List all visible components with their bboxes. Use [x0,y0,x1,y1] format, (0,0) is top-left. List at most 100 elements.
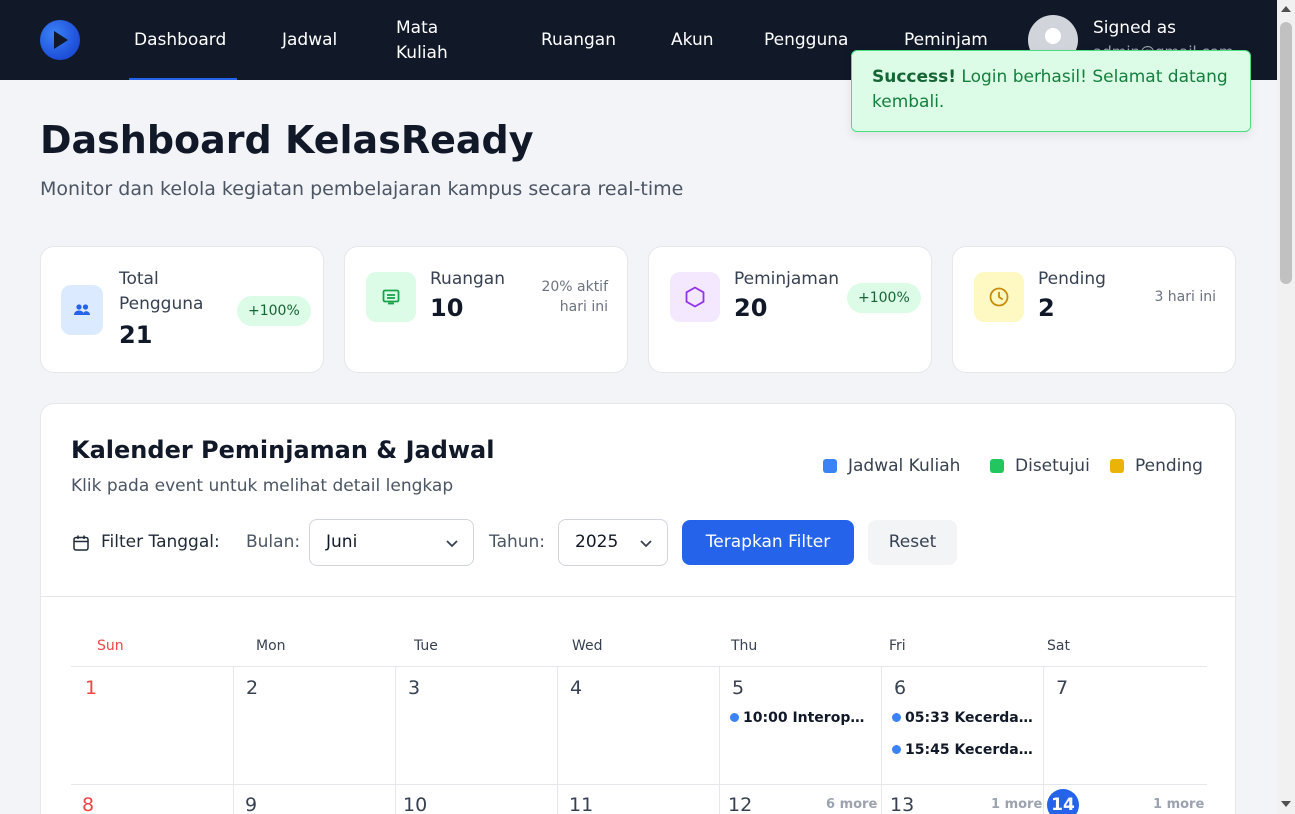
weekday-fri: Fri [889,638,906,654]
calendar-day[interactable]: 13 [890,794,914,814]
stat-card-pending: Pending 2 3 hari ini [952,246,1236,373]
grid-line [719,667,720,814]
nav-mata-kuliah[interactable]: Mata Kuliah [396,16,448,66]
event-dot [730,713,739,722]
grid-line [395,667,396,814]
stat-note: 20% aktif hari ini [541,279,608,315]
legend-label: Pending [1135,456,1203,476]
month-value: Juni [326,532,358,552]
apply-filter-button[interactable]: Terapkan Filter [682,520,854,565]
grid-line [71,784,1207,785]
grid-line [557,667,558,814]
chevron-down-icon [446,540,458,548]
nav-pengguna[interactable]: Pengguna [764,28,848,53]
event-dot [892,713,901,722]
calendar-event[interactable]: 05:33 Kecerdasan Buatan [892,710,1035,726]
toast-title: Success! [872,67,957,87]
page-subtitle: Monitor dan kelola kegiatan pembelajaran… [40,178,684,200]
stat-value: 2 [1038,294,1055,322]
stat-label: Pending [1038,269,1106,289]
cube-icon [670,272,720,322]
more-events-link[interactable]: 1 more [1153,797,1204,812]
calendar-title: Kalender Peminjaman & Jadwal [71,436,495,464]
stat-value: 20 [734,294,768,322]
scroll-up-arrow-icon[interactable] [1281,6,1291,12]
app-logo[interactable] [40,20,80,60]
calendar-day[interactable]: 1 [85,677,97,699]
stat-value: 10 [430,294,464,322]
calendar-event[interactable]: 10:00 Interoperabilitas [730,710,873,726]
weekday-sat: Sat [1047,638,1070,654]
legend-pending: Pending [1110,456,1203,476]
calendar-event[interactable]: 15:45 Kecerdasan Buatan [892,742,1035,758]
weekday-mon: Mon [256,638,286,654]
calendar-day[interactable]: 5 [732,677,744,699]
divider [41,596,1235,597]
stat-badge: +100% [237,296,311,326]
stat-note: 3 hari ini [1154,289,1216,305]
calendar-day[interactable]: 9 [245,794,257,814]
event-label: 15:45 Kecerdasan Buatan [905,742,1035,758]
nav-active-indicator [129,78,237,80]
more-events-link[interactable]: 6 more [826,797,877,812]
legend-jadwal-kuliah: Jadwal Kuliah [823,456,960,476]
event-label: 05:33 Kecerdasan Buatan [905,710,1035,726]
legend-label: Jadwal Kuliah [848,456,961,476]
legend-swatch [990,459,1004,473]
month-label: Bulan: [246,532,301,552]
chevron-down-icon [640,540,652,548]
nav-ruangan[interactable]: Ruangan [541,28,616,53]
clock-icon [974,272,1024,322]
calendar-panel: Kalender Peminjaman & Jadwal Klik pada e… [40,403,1236,814]
scroll-down-arrow-icon[interactable] [1281,801,1291,807]
nav-jadwal[interactable]: Jadwal [282,28,337,53]
calendar-day[interactable]: 11 [569,794,593,814]
stat-card-ruangan: Ruangan 10 20% aktif hari ini [344,246,628,373]
calendar-day[interactable]: 2 [246,677,258,699]
room-icon [366,272,416,322]
calendar-day[interactable]: 7 [1056,677,1068,699]
calendar-day[interactable]: 6 [894,677,906,699]
nav-akun[interactable]: Akun [671,28,714,53]
grid-line [1043,667,1044,814]
grid-line [233,667,234,814]
stat-label: Total Pengguna [119,269,204,314]
calendar-icon [73,535,89,551]
page-scrollbar[interactable] [1277,0,1295,814]
page-title: Dashboard KelasReady [40,118,534,162]
event-dot [892,745,901,754]
scroll-thumb[interactable] [1280,22,1292,284]
year-select[interactable]: 2025 [558,519,668,566]
more-events-link[interactable]: 1 more [991,797,1042,812]
users-icon [61,285,103,335]
grid-line [71,666,1207,667]
weekday-sun: Sun [97,638,124,654]
grid-line [881,667,882,814]
calendar-day[interactable]: 12 [728,794,752,814]
calendar-day[interactable]: 4 [570,677,582,699]
stat-value: 21 [119,321,153,349]
calendar-day-today[interactable]: 14 [1047,789,1079,814]
stat-badge: +100% [847,283,921,313]
calendar-day[interactable]: 10 [403,794,427,814]
stat-label: Peminjaman [734,269,840,289]
weekday-tue: Tue [414,638,438,654]
filter-label: Filter Tanggal: [101,532,220,552]
event-label: 10:00 Interoperabilitas [743,710,873,726]
weekday-thu: Thu [731,638,758,654]
month-select[interactable]: Juni [309,519,474,566]
calendar-day[interactable]: 3 [408,677,420,699]
success-toast[interactable]: Success! Login berhasil! Selamat datang … [851,50,1251,132]
legend-swatch [823,459,837,473]
reset-button[interactable]: Reset [868,520,957,565]
signed-as-label: Signed as [1093,18,1177,38]
stat-label: Ruangan [430,269,505,289]
stat-card-total-pengguna: Total Pengguna 21 +100% [40,246,324,373]
year-value: 2025 [575,532,619,552]
legend-disetujui: Disetujui [990,456,1090,476]
legend-swatch [1110,459,1124,473]
calendar-day[interactable]: 8 [82,794,94,814]
year-label: Tahun: [489,532,546,552]
nav-dashboard[interactable]: Dashboard [134,28,226,53]
weekday-wed: Wed [572,638,603,654]
